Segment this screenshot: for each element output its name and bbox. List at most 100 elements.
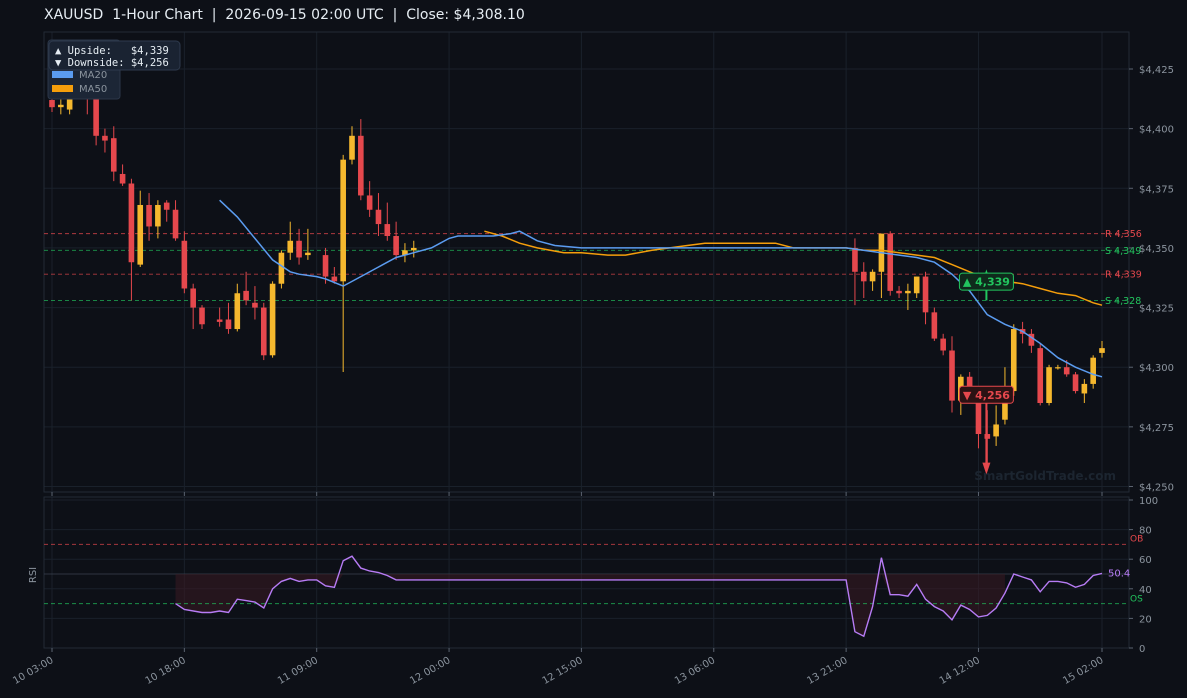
bear-candle	[331, 276, 338, 282]
bull-candle	[1055, 367, 1061, 369]
upside-target-text: ▲ Upside: $4,339	[55, 45, 169, 57]
bull-candle	[913, 276, 920, 294]
x-tick-label: 12 00:00	[408, 655, 452, 687]
downside-target-label: ▼ 4,256	[963, 389, 1010, 402]
bear-candle	[260, 307, 267, 356]
bear-candle	[49, 100, 55, 108]
bull-candle	[1081, 383, 1088, 394]
bull-candle	[287, 240, 294, 253]
bull-candle	[1046, 367, 1052, 403]
bear-candle	[146, 204, 152, 227]
level-label: R 4,356	[1105, 229, 1142, 240]
bull-candle	[155, 204, 161, 227]
rsi-last-value: 50.4	[1108, 568, 1130, 579]
bear-candle	[243, 290, 249, 301]
upside-target-label: ▲ 4,339	[963, 276, 1010, 289]
x-tick-label: 13 06:00	[673, 655, 717, 687]
x-tick-label: 15 02:00	[1061, 655, 1105, 687]
x-tick-label: 14 12:00	[938, 655, 982, 687]
level-label: R 4,339	[1105, 270, 1142, 281]
targets-info-box: ▲ Upside: $4,339 ▼ Downside: $4,256	[48, 40, 181, 71]
bear-candle	[366, 195, 373, 210]
price-panel-frame	[43, 31, 1130, 493]
bear-candle	[922, 276, 929, 313]
ma50-legend-swatch	[52, 85, 73, 92]
ma20-legend-swatch	[52, 71, 73, 78]
price-tick-label: $4,300	[1139, 363, 1174, 374]
bull-candle	[1099, 348, 1105, 353]
rsi-tick-label: 80	[1139, 526, 1152, 537]
bear-candle	[172, 209, 179, 239]
price-tick-label: $4,275	[1139, 423, 1174, 434]
bear-candle	[384, 224, 391, 236]
price-tick-label: $4,375	[1139, 184, 1174, 195]
bear-candle	[128, 183, 135, 263]
candlesticks	[49, 52, 1105, 466]
bear-candle	[190, 288, 196, 308]
bear-candle	[216, 319, 223, 322]
bull-candle	[137, 204, 144, 265]
support-resistance-levels: R 4,356 S 4,349 R 4,339 S 4,328	[44, 229, 1142, 307]
rsi-axis-title: RSI	[28, 567, 39, 583]
bear-candle	[949, 350, 955, 401]
bull-candle	[1090, 357, 1096, 384]
bear-candle	[252, 302, 258, 308]
price-tick-label: $4,425	[1139, 65, 1174, 76]
bear-candle	[102, 135, 108, 141]
bear-candle	[1037, 348, 1044, 403]
bear-candle	[181, 240, 188, 289]
bull-candle	[869, 271, 876, 282]
rsi-oversold-label: OS	[1130, 595, 1143, 605]
bull-candle	[305, 252, 311, 256]
watermark: SmartGoldTrade.com	[974, 469, 1116, 483]
price-tick-label: $4,400	[1139, 125, 1174, 136]
x-tick-label: 10 18:00	[144, 655, 188, 687]
bear-candle	[358, 135, 364, 196]
bear-candle	[1072, 374, 1079, 392]
bear-candle	[322, 255, 329, 277]
level-label: S 4,328	[1105, 296, 1141, 307]
bull-candle	[278, 252, 285, 284]
ma50-line	[484, 230, 1103, 306]
rsi-tick-label: 60	[1139, 555, 1152, 566]
bear-candle	[896, 290, 902, 294]
bear-candle	[110, 138, 117, 172]
x-tick-label: 13 21:00	[805, 655, 849, 687]
bull-candle	[269, 283, 276, 356]
bull-candle	[1010, 329, 1017, 392]
price-tick-label: $4,350	[1139, 244, 1174, 255]
bear-candle	[296, 240, 302, 258]
bear-candle	[225, 319, 232, 330]
bear-candle	[1063, 367, 1070, 375]
bear-candle	[852, 247, 858, 272]
rsi-tick-label: 40	[1139, 585, 1152, 596]
rsi-weak-zone-fill	[175, 574, 1005, 637]
rsi-grid	[44, 497, 1129, 649]
bull-candle	[905, 290, 911, 294]
price-grid	[44, 32, 1129, 492]
bear-candle	[860, 271, 867, 282]
price-tick-label: $4,250	[1139, 483, 1174, 494]
bull-candle	[58, 104, 64, 108]
bear-candle	[163, 202, 170, 210]
chart-canvas: R 4,356 S 4,349 R 4,339 S 4,328 ▲ 4,339 ▼ 4,…	[11, 31, 1174, 687]
bear-candle	[887, 233, 894, 291]
bear-candle	[119, 173, 126, 184]
ma50-legend-label: MA50	[79, 84, 107, 95]
bear-candle	[393, 236, 399, 256]
rsi-tick-label: 0	[1139, 644, 1145, 655]
bull-candle	[234, 293, 241, 330]
bull-candle	[410, 247, 417, 251]
rsi-tick-label: 100	[1139, 496, 1158, 507]
bear-candle	[931, 312, 938, 339]
level-label: S 4,349	[1105, 246, 1141, 257]
rsi-tick-label: 20	[1139, 614, 1152, 625]
rsi-panel-frame	[43, 496, 1130, 649]
price-tick-label: $4,325	[1139, 304, 1174, 315]
downside-target-text: ▼ Downside: $4,256	[55, 57, 169, 69]
panel-frames	[43, 31, 1130, 649]
bull-candle	[349, 135, 355, 160]
bear-candle	[199, 307, 205, 325]
x-tick-label: 11 09:00	[276, 655, 320, 687]
ma20-legend-label: MA20	[79, 70, 107, 81]
